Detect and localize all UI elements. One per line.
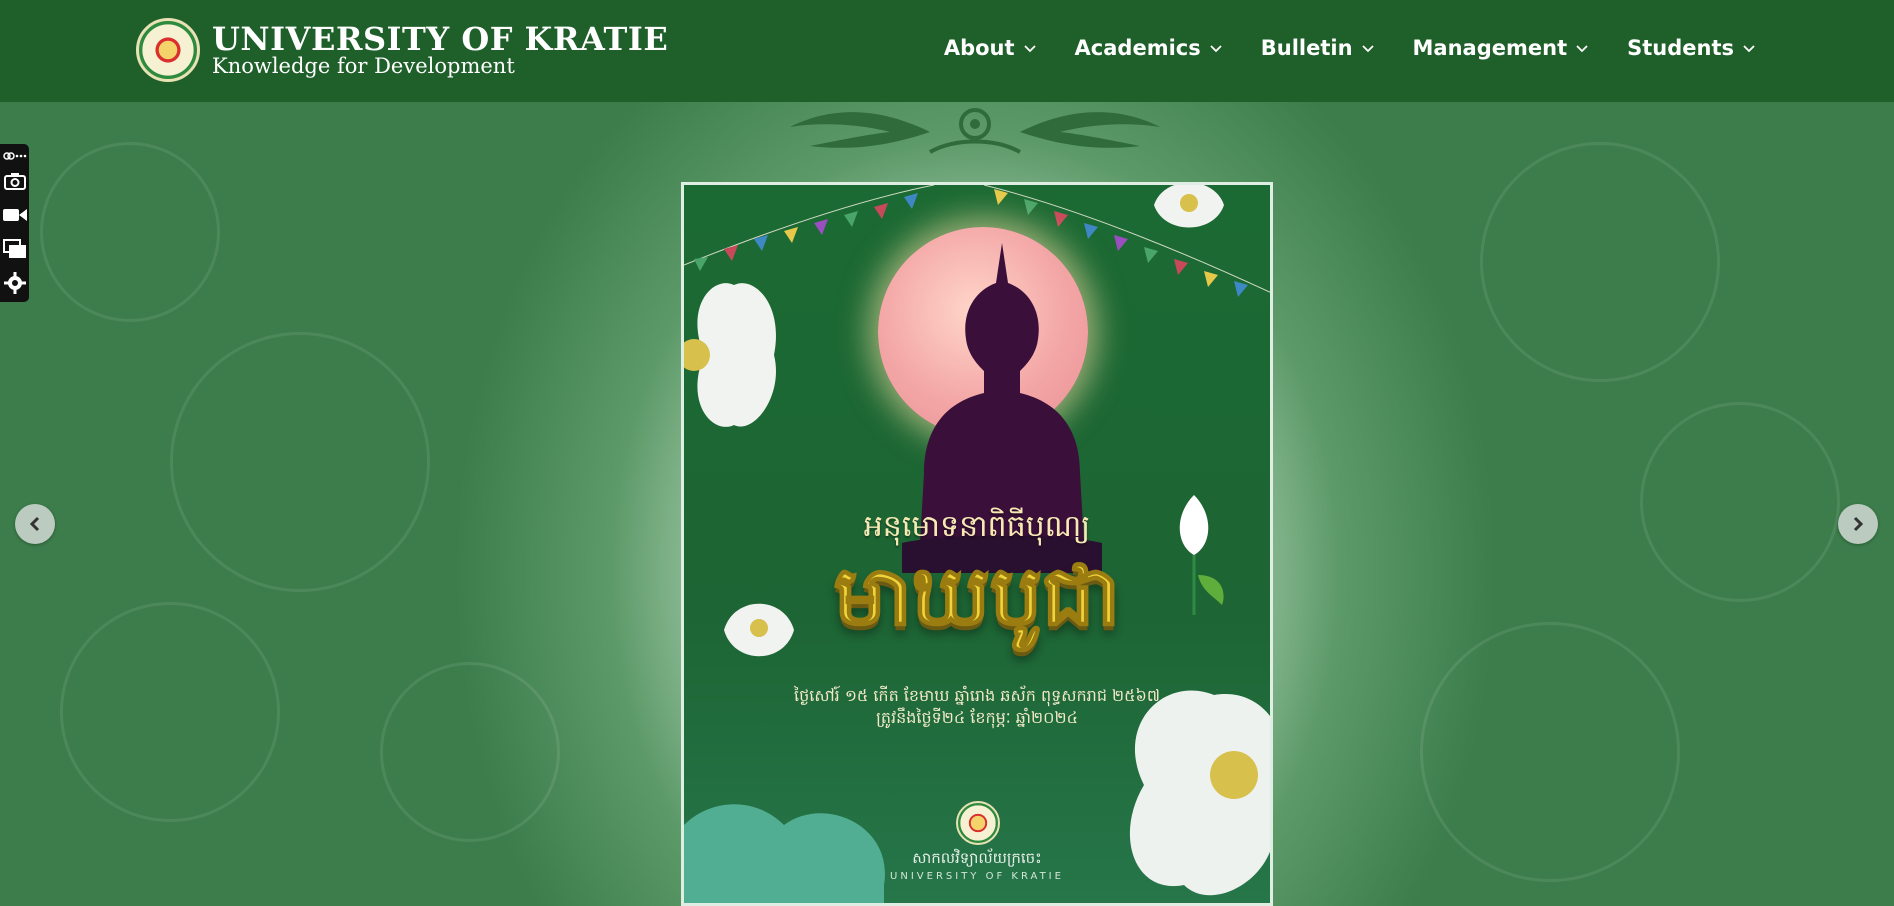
capture-toolbar: [0, 144, 29, 302]
nav-item-label: Students: [1627, 36, 1734, 60]
chevron-down-icon: [1576, 45, 1588, 53]
poster-footer-english: UNIVERSITY OF KRATIE: [890, 871, 1064, 882]
brand[interactable]: UNIVERSITY OF KRATIE Knowledge for Devel…: [136, 18, 668, 82]
site-header: UNIVERSITY OF KRATIE Knowledge for Devel…: [0, 0, 1894, 102]
chevron-down-icon: [1023, 45, 1036, 53]
window-icon: [2, 239, 26, 258]
main-nav: About Academics Bulletin Management Stud…: [944, 36, 1756, 60]
background-swirl: [1420, 622, 1680, 882]
poster-date-line: ត្រូវនឹងថ្ងៃទី២៤ ខែកុម្ភៈ ឆ្នាំ២០២៤: [876, 708, 1078, 727]
university-emblem: [956, 801, 1000, 845]
poster-title: មាឃបូជា: [833, 548, 1121, 645]
top-ornament: [790, 108, 1160, 154]
camera-icon: [3, 173, 26, 190]
more-icon[interactable]: [15, 150, 27, 162]
gear-icon: [3, 272, 26, 294]
nav-item-academics[interactable]: Academics: [1075, 36, 1223, 60]
site-tagline: Knowledge for Development: [212, 53, 515, 78]
background-swirl: [1480, 142, 1720, 382]
slider-next-button[interactable]: [1838, 504, 1878, 544]
chevron-down-icon: [1743, 45, 1755, 53]
screenshot-button[interactable]: [0, 164, 29, 198]
brand-text: UNIVERSITY OF KRATIE Knowledge for Devel…: [212, 23, 668, 77]
lotus-flower-icon: [1154, 185, 1224, 228]
link-icon[interactable]: [2, 150, 15, 162]
site-title[interactable]: UNIVERSITY OF KRATIE: [212, 23, 668, 55]
chevron-left-icon: [29, 516, 40, 532]
toolbar-top-row: [0, 148, 29, 164]
slider-prev-button[interactable]: [15, 504, 55, 544]
nav-item-label: Bulletin: [1260, 36, 1353, 60]
university-logo[interactable]: [136, 18, 200, 82]
nav-item-bulletin[interactable]: Bulletin: [1261, 36, 1375, 60]
settings-button[interactable]: [0, 266, 29, 300]
nav-item-management[interactable]: Management: [1413, 36, 1590, 60]
background-swirl: [1640, 402, 1840, 602]
nav-item-about[interactable]: About: [944, 36, 1037, 60]
event-poster[interactable]: អនុមោទនាពិធីបុណ្យ មាឃបូជា ថ្ងៃសៅរ៍ ១៥ កើ…: [681, 182, 1273, 906]
chevron-down-icon: [1361, 45, 1374, 53]
nav-item-students[interactable]: Students: [1627, 36, 1756, 60]
nav-item-label: About: [943, 36, 1015, 60]
window-capture-button[interactable]: [0, 232, 29, 266]
hero-slider: អនុមោទនាពិធីបុណ្យ មាឃបូជា ថ្ងៃសៅរ៍ ១៥ កើ…: [0, 102, 1894, 906]
nav-item-label: Academics: [1074, 36, 1201, 60]
chevron-down-icon: [1210, 45, 1222, 53]
poster-date-line: ថ្ងៃសៅរ៍ ១៥ កើត ខែមាឃ ឆ្នាំរោង ឆស័ក ពុទ្…: [794, 686, 1160, 705]
background-swirl: [40, 142, 220, 322]
nav-item-label: Management: [1412, 36, 1568, 60]
background-swirl: [170, 332, 430, 592]
background-swirl: [60, 602, 280, 822]
video-icon: [2, 209, 27, 221]
lotus-flower-icon: [684, 283, 776, 427]
poster-footer-khmer: សាកលវិទ្យាល័យក្រចេះ: [912, 849, 1042, 867]
chevron-right-icon: [1853, 516, 1864, 532]
background-swirl: [380, 662, 560, 842]
record-video-button[interactable]: [0, 198, 29, 232]
